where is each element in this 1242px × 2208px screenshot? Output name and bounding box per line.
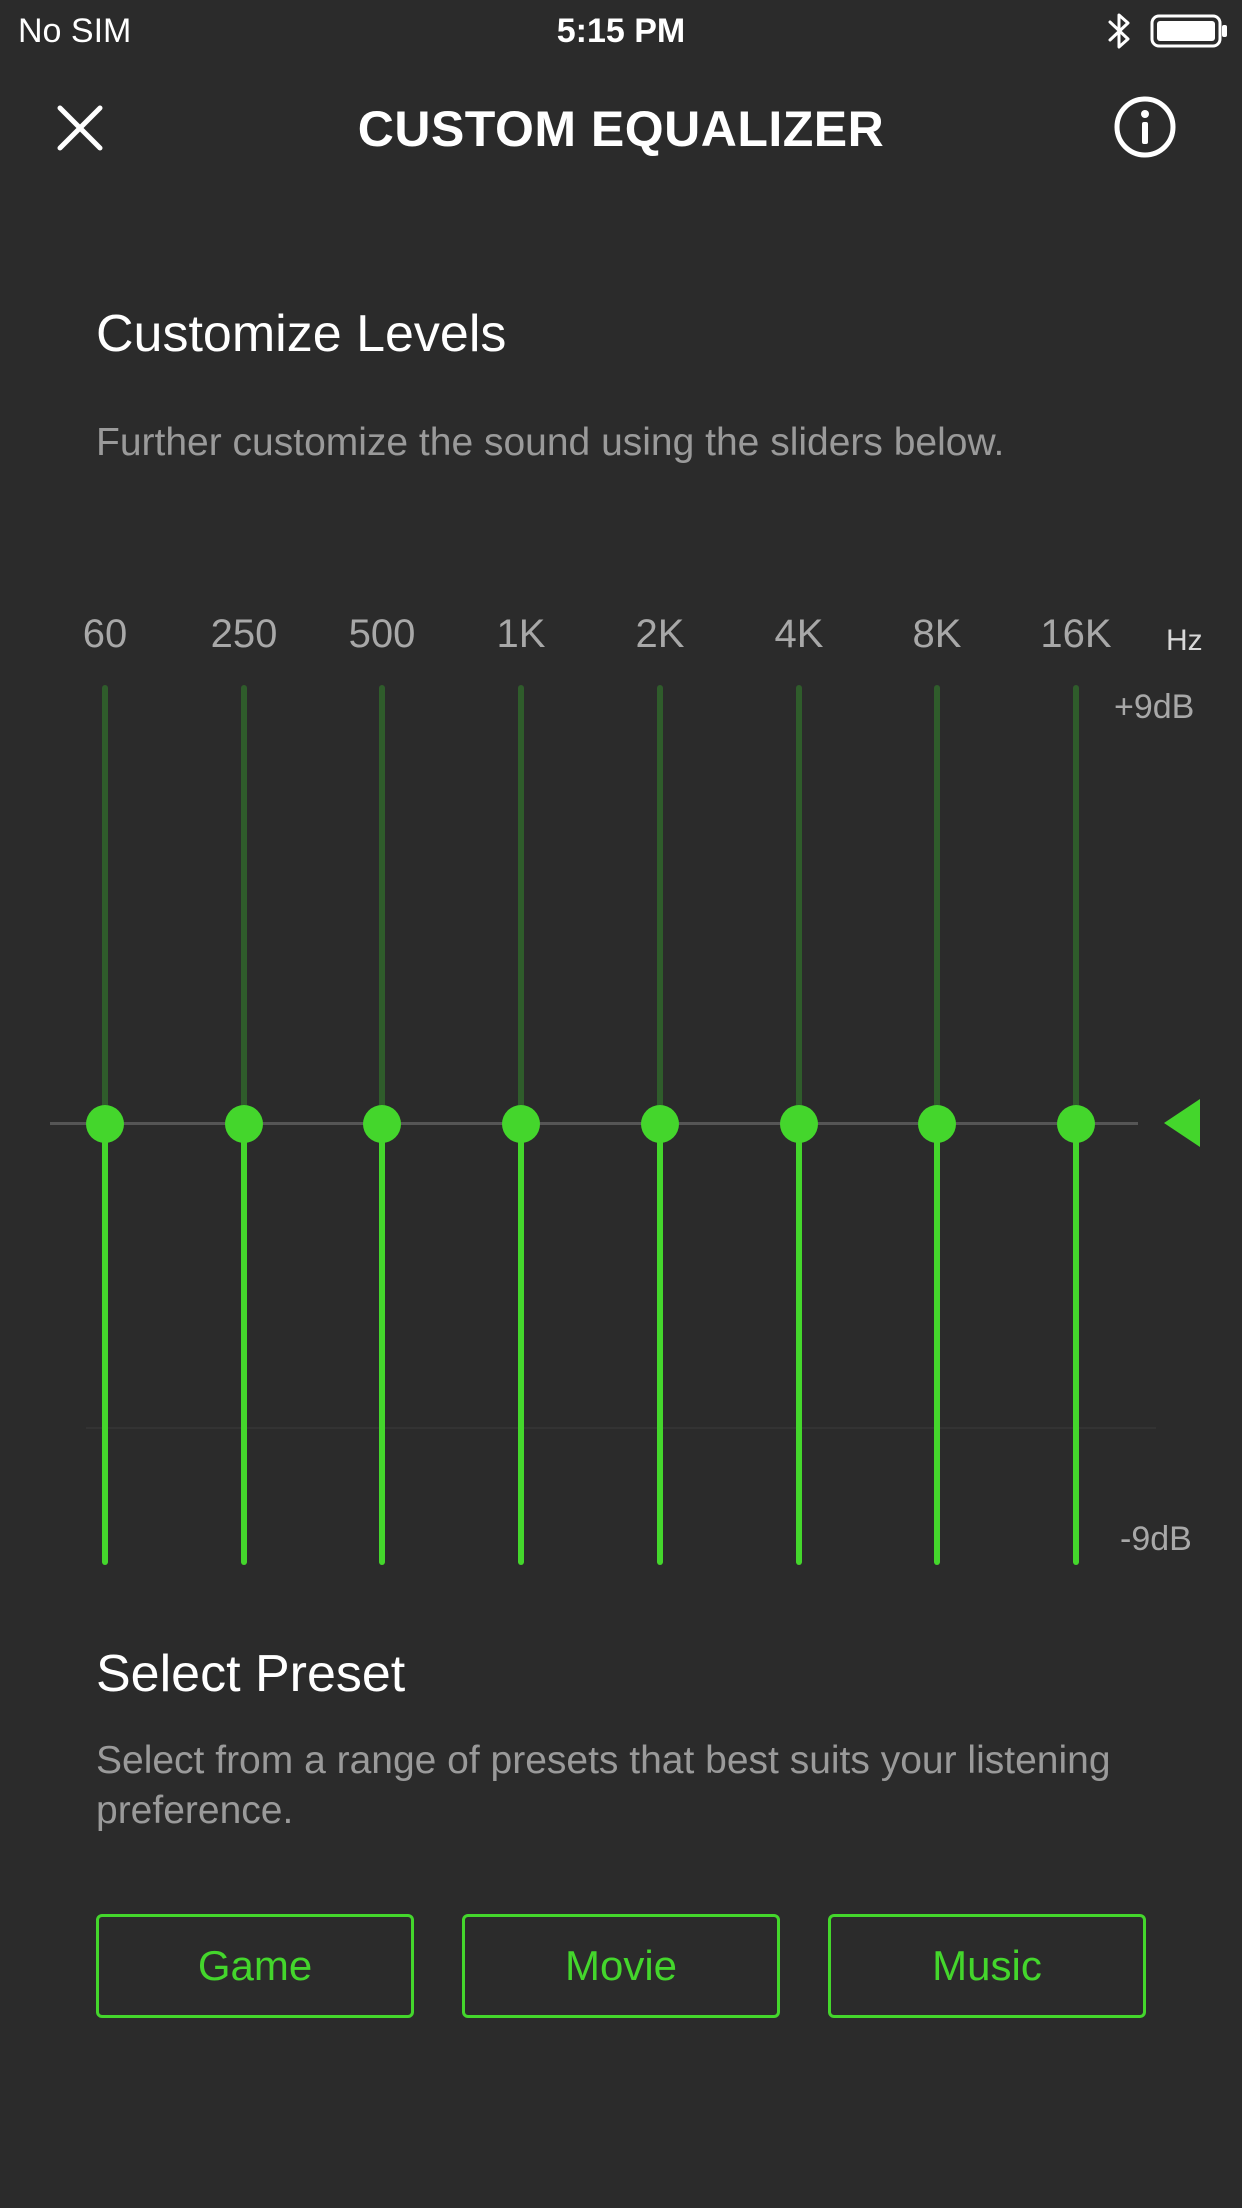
- max-db-label: +9dB: [1114, 688, 1195, 726]
- slider-60[interactable]: [85, 685, 125, 1565]
- band-label-60: 60: [82, 612, 128, 656]
- slider-track-upper: [657, 685, 663, 1123]
- levels-section-title: Customize Levels: [96, 305, 507, 363]
- info-icon: [1114, 96, 1176, 158]
- slider-16k[interactable]: [1056, 685, 1096, 1565]
- slider-track-lower: [102, 1123, 108, 1565]
- slider-track-lower: [241, 1123, 247, 1565]
- band-label-4k: 4K: [774, 612, 824, 656]
- slider-knob[interactable]: [780, 1105, 818, 1143]
- preset-section-title: Select Preset: [96, 1645, 406, 1703]
- slider-track-lower: [1073, 1123, 1079, 1565]
- slider-track-upper: [102, 685, 108, 1123]
- slider-8k[interactable]: [917, 685, 957, 1565]
- battery-icon: [1150, 14, 1227, 48]
- band-label-16k: 16K: [1040, 612, 1112, 656]
- band-label-500: 500: [348, 612, 416, 656]
- slider-track-lower: [796, 1123, 802, 1565]
- slider-1k[interactable]: [501, 685, 541, 1565]
- slider-track-upper: [796, 685, 802, 1123]
- info-button[interactable]: [1112, 94, 1178, 160]
- bluetooth-icon: [1108, 13, 1130, 49]
- slider-track-lower: [379, 1123, 385, 1565]
- slider-track-upper: [241, 685, 247, 1123]
- header-bar: CUSTOM EQUALIZER: [0, 80, 1242, 170]
- hz-unit-label: Hz: [1166, 624, 1203, 657]
- slider-knob[interactable]: [641, 1105, 679, 1143]
- slider-track-lower: [934, 1123, 940, 1565]
- custom-equalizer-screen: No SIM 5:15 PM CUSTOM EQUALIZER Customiz…: [0, 0, 1242, 2208]
- min-db-label: -9dB: [1120, 1520, 1192, 1558]
- slider-knob[interactable]: [363, 1105, 401, 1143]
- slider-2k[interactable]: [640, 685, 680, 1565]
- band-label-2k: 2K: [635, 612, 685, 656]
- slider-track-upper: [518, 685, 524, 1123]
- band-label-1k: 1K: [496, 612, 546, 656]
- equalizer-panel: 60 250 500 1K 2K 4K 8K 16K Hz +9dB -9dB: [0, 600, 1242, 1580]
- zero-db-line: [50, 1122, 1138, 1125]
- band-label-8k: 8K: [912, 612, 962, 656]
- preset-movie-button[interactable]: Movie: [462, 1914, 780, 2018]
- slider-track-lower: [518, 1123, 524, 1565]
- preset-music-button[interactable]: Music: [828, 1914, 1146, 2018]
- slider-knob[interactable]: [86, 1105, 124, 1143]
- slider-track-upper: [1073, 685, 1079, 1123]
- level-marker-icon: [1164, 1099, 1200, 1147]
- preset-game-button[interactable]: Game: [96, 1914, 414, 2018]
- levels-section-description: Further customize the sound using the sl…: [96, 421, 1005, 464]
- slider-knob[interactable]: [502, 1105, 540, 1143]
- status-time: 5:15 PM: [556, 12, 686, 50]
- slider-track-lower: [657, 1123, 663, 1565]
- slider-knob[interactable]: [225, 1105, 263, 1143]
- preset-section-description: Select from a range of presets that best…: [96, 1739, 1111, 1832]
- slider-250[interactable]: [224, 685, 264, 1565]
- slider-track-upper: [379, 685, 385, 1123]
- slider-500[interactable]: [362, 685, 402, 1565]
- slider-track-upper: [934, 685, 940, 1123]
- band-label-250: 250: [210, 612, 278, 656]
- status-bar: No SIM 5:15 PM: [0, 0, 1242, 60]
- slider-knob[interactable]: [1057, 1105, 1095, 1143]
- slider-knob[interactable]: [918, 1105, 956, 1143]
- page-title: CUSTOM EQUALIZER: [357, 101, 885, 157]
- slider-4k[interactable]: [779, 685, 819, 1565]
